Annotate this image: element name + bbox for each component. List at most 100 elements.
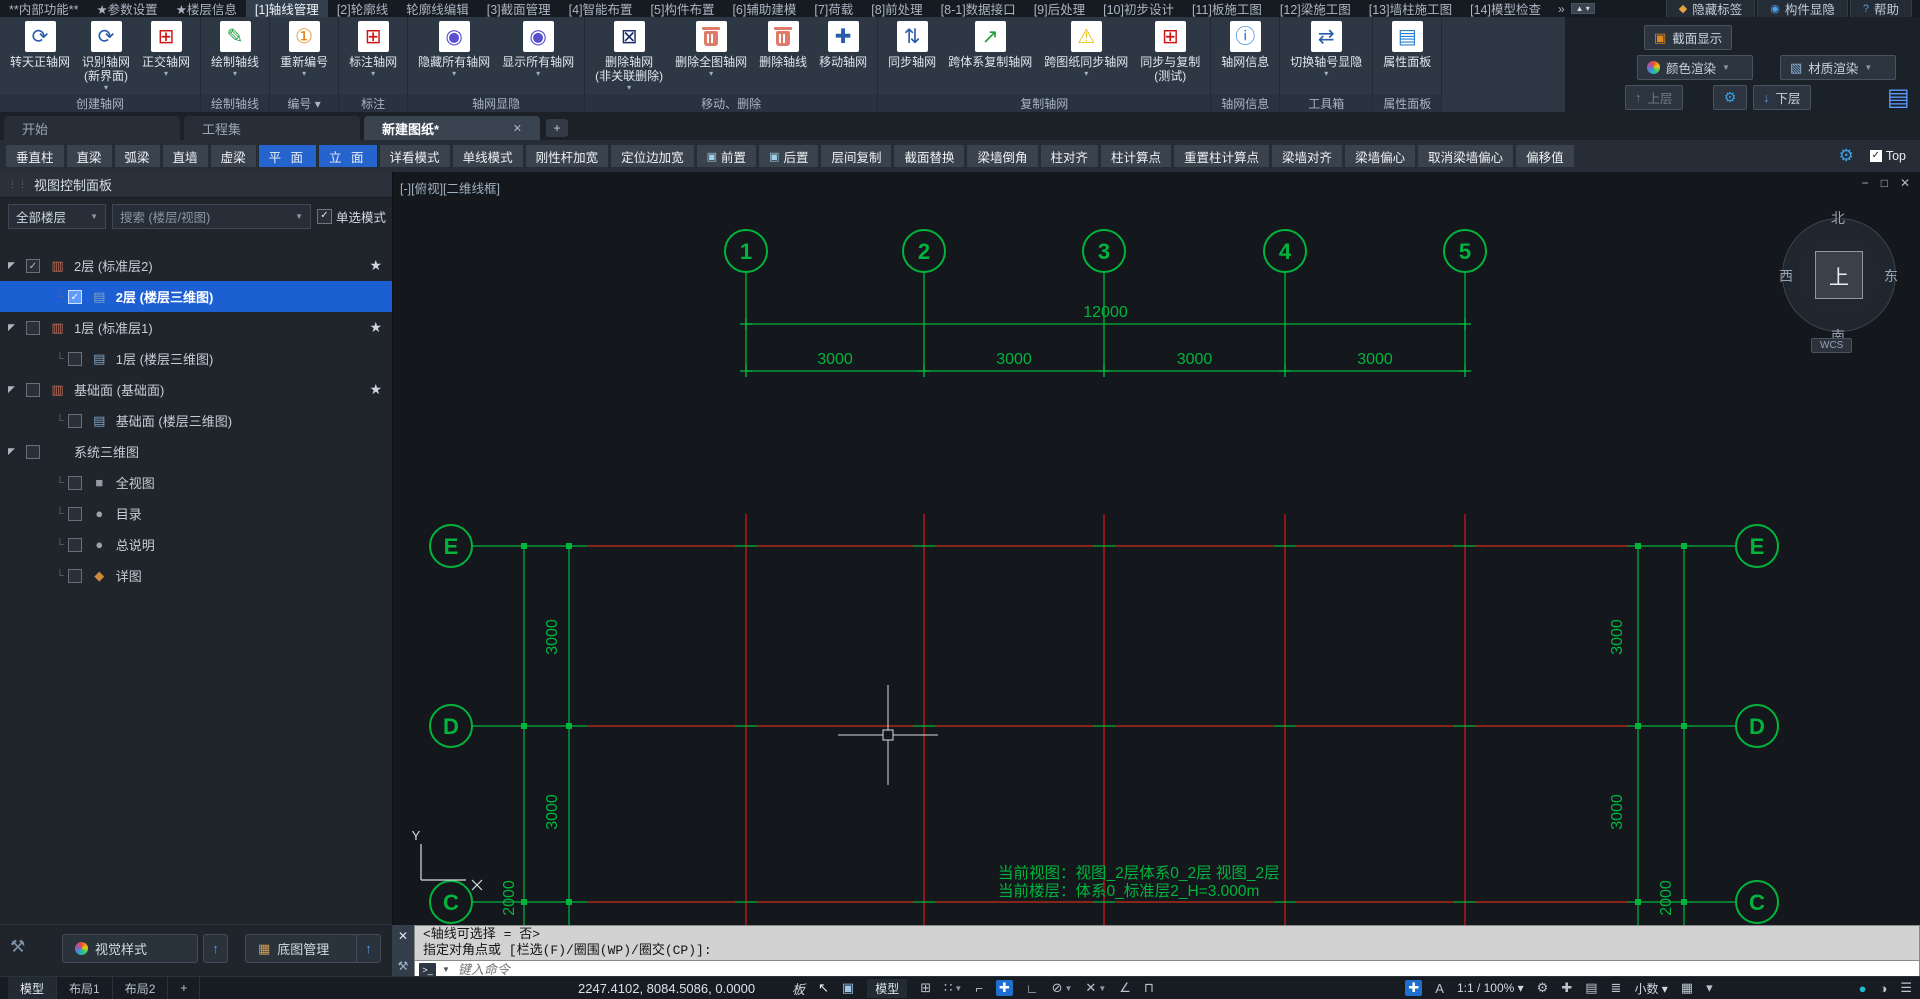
tree-row-3[interactable]: └ ▤ 1层 (楼层三维图) — [0, 343, 392, 374]
favorite-star-icon[interactable]: ★ — [369, 319, 382, 336]
menu-item-3[interactable]: [1]轴线管理 — [245, 0, 328, 17]
tree-checkbox[interactable] — [26, 382, 40, 397]
toolbar-button-1[interactable]: 直梁 — [66, 145, 112, 167]
ribbon-button-1-0[interactable]: ✎ 绘制轴线 ▾ — [206, 20, 264, 79]
zoom-scale-button[interactable]: 1:1 / 100% ▾ — [1457, 981, 1524, 995]
toolbar-gear-icon[interactable]: ⚙ — [1839, 146, 1854, 166]
menu-item-16[interactable]: [12]梁施工图 — [1271, 0, 1360, 17]
toolbar-button-20[interactable]: 梁墙偏心 — [1345, 145, 1416, 167]
menu-item-10[interactable]: [7]荷载 — [805, 0, 862, 17]
menu-item-13[interactable]: [9]后处理 — [1025, 0, 1094, 17]
toolbar-button-15[interactable]: 梁墙倒角 — [967, 145, 1038, 167]
drawing-viewport[interactable]: [-][俯视][二维线框] − □ ✕ E E D D C C 1 2 3 4 5 12000 3000… — [392, 172, 1920, 925]
base-map-expand-button[interactable]: ↑ — [356, 934, 381, 963]
toolbar-button-10[interactable]: 定位边加宽 — [611, 145, 694, 167]
color-render-button[interactable]: 颜色渲染 ▼ — [1637, 55, 1753, 80]
tree-checkbox[interactable] — [67, 506, 82, 521]
precision-select[interactable]: 小数 ▾ — [1634, 980, 1667, 997]
tree-checkbox[interactable] — [67, 475, 82, 490]
toolbar-button-14[interactable]: 截面替换 — [894, 145, 965, 167]
tree-checkbox[interactable] — [26, 444, 40, 459]
tree-row-0[interactable]: ◤ ✓ ▥ 2层 (标准层2) ★ — [0, 250, 392, 281]
menu-item-8[interactable]: [5]构件布置 — [642, 0, 724, 17]
menu-item-18[interactable]: [14]模型检查 — [1461, 0, 1550, 17]
tree-row-5[interactable]: └ ▤ 基础面 (楼层三维图) — [0, 405, 392, 436]
toolbar-button-11[interactable]: ▣ 前置 — [696, 145, 757, 167]
tree-row-4[interactable]: ◤ ▥ 基础面 (基础面) ★ — [0, 374, 392, 405]
tree-checkbox[interactable] — [67, 413, 82, 428]
viewport-view-label[interactable]: [-][俯视][二维线框] — [400, 178, 500, 197]
model-space-button[interactable]: 模型 — [867, 978, 908, 998]
menu-item-0[interactable]: **内部功能** — [0, 0, 87, 17]
expander-icon[interactable]: ◤ — [8, 322, 15, 333]
cad-drawing[interactable]: E E D D C C 1 2 3 4 5 12000 3000 3000 3000 3000 3000 3000… — [392, 172, 1920, 925]
toolbar-button-13[interactable]: 层间复制 — [821, 145, 892, 167]
base-map-button[interactable]: ▦ 底图管理 — [245, 934, 367, 963]
snap-mode-icon[interactable]: ∷ ▼ — [944, 980, 962, 996]
toolbar-button-18[interactable]: 重置柱计算点 — [1174, 145, 1270, 167]
compass-west-label[interactable]: 西 — [1779, 266, 1793, 286]
crosshair-icon[interactable]: ✚ — [1561, 980, 1572, 996]
tree-row-10[interactable]: └ ◆ 详图 — [0, 560, 392, 591]
layout-tab-1[interactable]: 布局1 — [57, 977, 113, 999]
new-tab-button[interactable]: + — [546, 119, 568, 137]
menu-item-11[interactable]: [8]前处理 — [862, 0, 931, 17]
clean-screen-icon[interactable]: ▣ — [842, 980, 854, 996]
ribbon-button-2-0[interactable]: ① 重新编号 ▾ — [275, 20, 333, 79]
viewport-minimize-button[interactable]: − — [1862, 176, 1869, 190]
toolbar-button-5[interactable]: 平 面 — [258, 145, 317, 167]
drag-handle-icon[interactable]: ⋮⋮ — [8, 179, 28, 190]
tree-row-2[interactable]: ◤ ▥ 1层 (标准层1) ★ — [0, 312, 392, 343]
tree-row-6[interactable]: ◤ 系统三维图 — [0, 436, 392, 467]
snap-reference-icon[interactable]: ⊓ — [1144, 980, 1154, 996]
ribbon-button-4-1[interactable]: ◉ 显示所有轴网 ▾ — [497, 20, 579, 79]
grid-display-icon[interactable]: ⊞ — [920, 980, 931, 996]
ribbon-button-0-1[interactable]: ⟳ 识别轴网 (新界面) ▾ — [77, 20, 135, 93]
menu-item-4[interactable]: [2]轮廓线 — [328, 0, 397, 17]
ribbon-button-5-1[interactable]: 删除全图轴网 ▾ — [670, 20, 752, 79]
expander-icon[interactable]: ◤ — [8, 384, 15, 395]
menu-item-12[interactable]: [8-1]数据接口 — [932, 0, 1025, 17]
compass-east-label[interactable]: 东 — [1884, 266, 1898, 286]
menu-item-1[interactable]: ★参数设置 — [87, 0, 166, 17]
expander-icon[interactable]: ◤ — [8, 446, 15, 457]
toolbar-button-0[interactable]: 垂直柱 — [6, 145, 64, 167]
layer-up-button[interactable]: ↑ 上层 — [1625, 85, 1683, 110]
angle-snap-icon[interactable]: ∠ — [1119, 980, 1131, 996]
top-view-checkbox[interactable]: ✓ Top — [1869, 149, 1906, 163]
toolbar-button-3[interactable]: 直墙 — [162, 145, 208, 167]
wrench-icon[interactable]: ⚒ — [398, 959, 409, 973]
chevron-down-icon[interactable]: ▼ — [442, 965, 450, 974]
ribbon-button-5-3[interactable]: ✚ 移动轴网 — [814, 20, 872, 70]
toolbar-button-2[interactable]: 弧梁 — [114, 145, 160, 167]
help-button[interactable]: ? 帮助 — [1849, 0, 1912, 17]
wcs-badge[interactable]: WCS — [1811, 338, 1853, 353]
toolbar-button-19[interactable]: 梁墙对齐 — [1272, 145, 1343, 167]
layout-tab-0[interactable]: 模型 — [8, 977, 58, 999]
floor-filter-select[interactable]: 全部楼层 ▼ — [8, 204, 106, 229]
ribbon-button-5-0[interactable]: ⊠ 删除轴网 (非关联删除) ▾ — [590, 20, 668, 93]
layer-down-button[interactable]: ↓ 下层 — [1753, 85, 1811, 110]
viewport-close-button[interactable]: ✕ — [1900, 176, 1910, 190]
list-icon[interactable]: ≣ — [1611, 980, 1622, 996]
view-compass[interactable]: 上 北 东 南 西 WCS — [1777, 210, 1899, 360]
material-render-button[interactable]: ▧ 材质渲染 ▼ — [1780, 55, 1896, 80]
favorite-star-icon[interactable]: ★ — [369, 257, 382, 274]
favorite-star-icon[interactable]: ★ — [369, 381, 382, 398]
ortho-mode-icon[interactable]: ∟ — [1026, 981, 1039, 996]
ribbon-button-6-0[interactable]: ⇅ 同步轴网 — [883, 20, 941, 70]
prompt-icon[interactable]: >_ — [419, 962, 436, 977]
compass-center-cube[interactable]: 上 — [1815, 251, 1863, 299]
menu-overflow-arrows-icon[interactable]: » — [1558, 2, 1565, 16]
doc-tab-0[interactable]: 开始 — [4, 116, 180, 140]
annotation-scale-icon[interactable]: ✚ — [1405, 980, 1423, 996]
toolbar-button-12[interactable]: ▣ 后置 — [759, 145, 819, 167]
toolbar-button-4[interactable]: 虚梁 — [210, 145, 256, 167]
compass-north-label[interactable]: 北 — [1831, 208, 1845, 228]
menu-overflow-box-icon[interactable]: ▲ ▾ — [1570, 3, 1595, 14]
menu-item-2[interactable]: ★楼层信息 — [167, 0, 246, 17]
slab-toggle-icon[interactable]: 板 — [792, 979, 805, 998]
ribbon-button-6-1[interactable]: ↗ 跨体系复制轴网 — [943, 20, 1037, 70]
viewport-maximize-button[interactable]: □ — [1881, 176, 1888, 190]
layout-tab-3[interactable]: + — [168, 977, 201, 999]
